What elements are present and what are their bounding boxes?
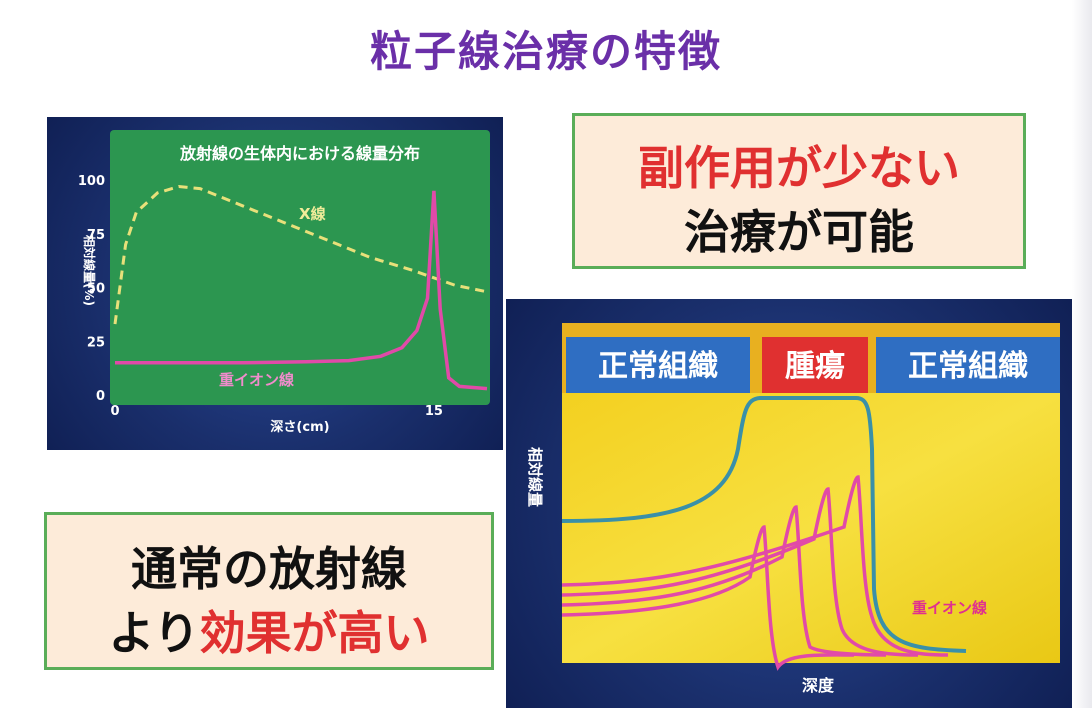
- chart2-x-label: 深度: [802, 676, 835, 695]
- chart1-series-label-heavy-ion: 重イオン線: [219, 371, 294, 389]
- region-label-normal-2: 正常組織: [908, 349, 1028, 384]
- chart1-y-label: 相対線量(%): [82, 235, 97, 306]
- conventional-radiation-text: 通常の放射線: [131, 542, 407, 596]
- chart2-y-label: 相対線量: [526, 447, 544, 507]
- chart1-x-tick-1: 15: [425, 404, 443, 419]
- than-text: より: [108, 606, 200, 660]
- chart1-title: 放射線の生体内における線量分布: [179, 144, 420, 163]
- higher-effect-line: より効果が高い: [47, 597, 491, 663]
- treatment-possible-text: 治療が可能: [684, 205, 914, 259]
- higher-effect-text: 効果が高い: [199, 606, 430, 660]
- chart1-y-tick-0: 0: [96, 389, 105, 404]
- chart1-series-label-x-ray: X線: [299, 205, 326, 223]
- reduced-side-effects-text: 副作用が少ない: [638, 141, 960, 195]
- chart1-x-tick-0: 0: [110, 404, 119, 419]
- slide-title: 粒子線治療の特徴: [369, 27, 722, 76]
- chart1-x-label: 深さ(cm): [270, 419, 329, 435]
- higher-effect-box: 通常の放射線 より効果が高い: [44, 512, 494, 670]
- chart1-y-tick-1: 25: [87, 335, 105, 350]
- reduced-side-effects-box: 副作用が少ない 治療が可能: [572, 113, 1026, 269]
- chart2-plot-background: [562, 391, 1060, 663]
- dose-distribution-chart: 放射線の生体内における線量分布 0 25 50 75 100 0 15 相対線量(%) 深…: [47, 117, 503, 450]
- tumor-dose-diagram: 正常組織 腫瘍 正常組織 相対線量 深度 重イオン線: [506, 299, 1072, 708]
- slide-edge: [1072, 0, 1092, 708]
- region-label-tumor: 腫瘍: [785, 349, 845, 384]
- chart1-y-tick-4: 100: [78, 174, 105, 189]
- chart2-series-label-heavy-ion: 重イオン線: [912, 599, 987, 617]
- region-label-normal-1: 正常組織: [598, 349, 718, 384]
